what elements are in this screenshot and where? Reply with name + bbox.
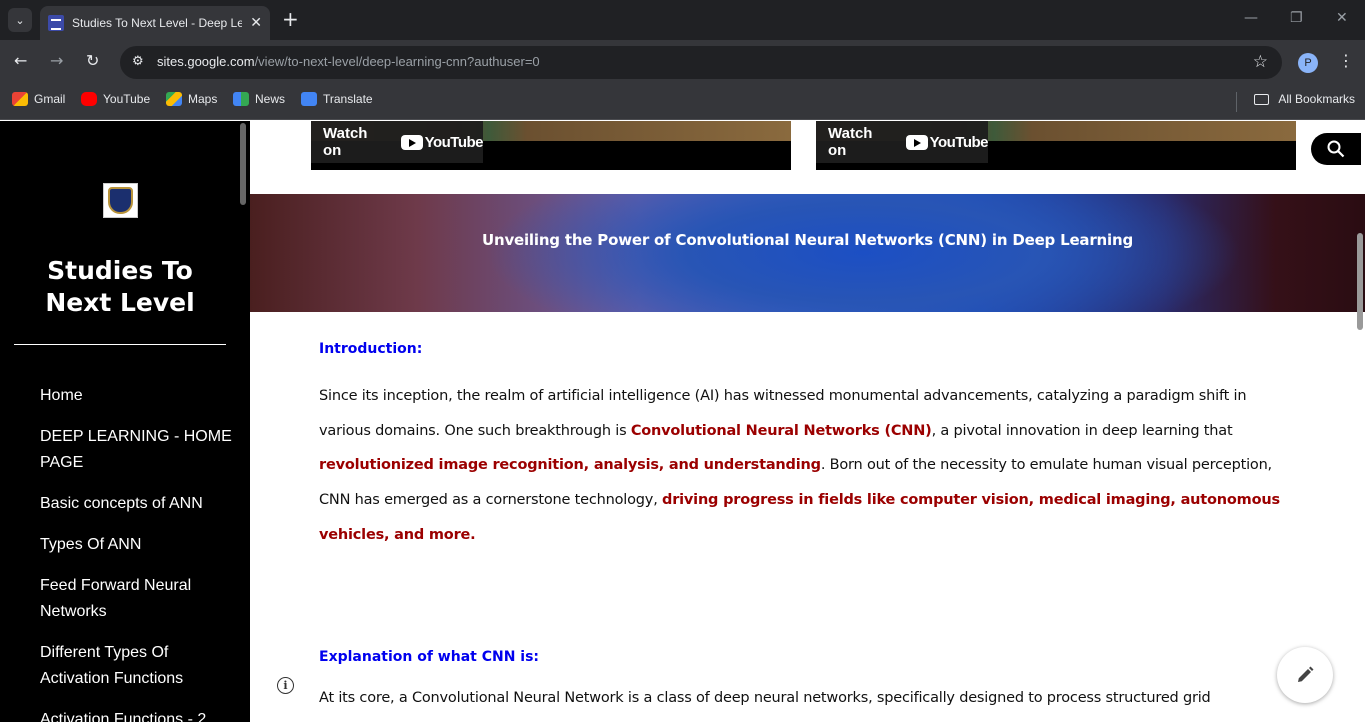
bookmark-label: Maps: [188, 92, 218, 106]
url-text[interactable]: sites.google.com/view/to-next-level/deep…: [157, 54, 540, 69]
bookmark-label: News: [255, 92, 286, 106]
intro-highlight-2: revolutionized image recognition, analys…: [319, 457, 821, 474]
close-window-icon[interactable]: ✕: [1336, 10, 1348, 26]
edit-pencil-button[interactable]: [1277, 647, 1333, 703]
translate-icon: [301, 92, 317, 106]
maps-icon: [166, 92, 182, 106]
profile-avatar[interactable]: P: [1298, 53, 1318, 73]
sidebar-scrollbar[interactable]: [240, 123, 246, 205]
active-tab[interactable]: Studies To Next Level - Deep Le ✕: [40, 6, 270, 40]
bookmark-label: YouTube: [103, 92, 151, 106]
bookmark-translate[interactable]: Translate: [301, 92, 373, 106]
youtube-wordmark: YouTube: [424, 133, 484, 151]
youtube-wordmark: YouTube: [929, 133, 989, 151]
tab-strip: ⌄ Studies To Next Level - Deep Le ✕ + — …: [0, 0, 1365, 40]
youtube-logo-icon: YouTube: [905, 133, 989, 151]
bookmark-gmail[interactable]: Gmail: [12, 92, 65, 106]
google-sites-favicon-icon: [48, 15, 64, 31]
bookmark-youtube[interactable]: YouTube: [81, 92, 150, 106]
reload-icon[interactable]: ↻: [86, 52, 99, 70]
back-arrow-icon[interactable]: ←: [14, 52, 27, 70]
nav-item-basic-concepts-ann[interactable]: Basic concepts of ANN: [40, 491, 240, 517]
search-icon: [1327, 140, 1345, 158]
explanation-paragraph: At its core, a Convolutional Neural Netw…: [319, 690, 1211, 706]
nav-item-activation-functions[interactable]: Different Types Of Activation Functions: [40, 640, 240, 692]
gmail-icon: [12, 92, 28, 106]
sidebar-nav: Home DEEP LEARNING - HOME PAGE Basic con…: [40, 383, 240, 722]
crest-icon: [108, 187, 133, 214]
youtube-logo-icon: YouTube: [400, 133, 484, 151]
watch-label: Watch on: [323, 125, 368, 159]
browser-menu-icon[interactable]: ⋮: [1338, 51, 1354, 70]
bookmarks-separator: [1236, 92, 1237, 112]
bookmark-maps[interactable]: Maps: [166, 92, 217, 106]
youtube-embed-2[interactable]: Watch on YouTube: [816, 121, 1296, 170]
article-body: Introduction: Since its inception, the r…: [319, 341, 1294, 706]
hero-title: Unveiling the Power of Convolutional Neu…: [481, 231, 1133, 249]
info-icon[interactable]: i: [277, 677, 294, 694]
site-search-button[interactable]: [1311, 133, 1361, 165]
tab-close-icon[interactable]: ✕: [250, 15, 262, 31]
page-scrollbar[interactable]: [1357, 233, 1363, 330]
bookmark-news[interactable]: News: [233, 92, 285, 106]
intro-paragraph: Since its inception, the realm of artifi…: [319, 379, 1294, 553]
address-bar[interactable]: ⚙ sites.google.com/view/to-next-level/de…: [120, 46, 1282, 79]
tab-search-chevron-icon[interactable]: ⌄: [8, 8, 32, 32]
watch-label: Watch on: [828, 125, 873, 159]
page-content: Watch on YouTube Watch on YouTube Unveil…: [250, 121, 1365, 722]
youtube-icon: [81, 92, 97, 106]
nav-item-types-of-ann[interactable]: Types Of ANN: [40, 532, 240, 558]
intro-text-4: .: [470, 526, 476, 543]
watch-on-youtube-button[interactable]: Watch on YouTube: [311, 121, 484, 163]
pencil-icon: [1298, 666, 1314, 682]
news-icon: [233, 92, 249, 106]
bookmarks-bar: Gmail YouTube Maps News Translate All Bo…: [0, 84, 1365, 120]
all-bookmarks-button[interactable]: All Bookmarks: [1254, 92, 1355, 106]
forward-arrow-icon[interactable]: →: [50, 52, 63, 70]
youtube-embed-1[interactable]: Watch on YouTube: [311, 121, 791, 170]
intro-highlight-1: Convolutional Neural Networks (CNN): [630, 422, 932, 439]
all-bookmarks-label: All Bookmarks: [1278, 92, 1355, 106]
nav-item-activation-functions-2[interactable]: Activation Functions - 2: [40, 707, 240, 722]
site-settings-icon[interactable]: ⚙: [132, 54, 144, 69]
bookmark-star-icon[interactable]: ☆: [1253, 52, 1268, 72]
nav-item-home[interactable]: Home: [40, 383, 240, 409]
tab-title: Studies To Next Level - Deep Le: [72, 16, 242, 30]
url-host: sites.google.com: [157, 54, 255, 69]
site-sidebar: Studies To Next Level Home DEEP LEARNING…: [0, 121, 250, 722]
site-logo[interactable]: [103, 183, 138, 218]
restore-icon[interactable]: ❐: [1290, 10, 1303, 26]
browser-toolbar: ← → ↻ ⚙ sites.google.com/view/to-next-le…: [0, 40, 1365, 84]
nav-item-deep-learning-home[interactable]: DEEP LEARNING - HOME PAGE: [40, 424, 240, 476]
minimize-icon[interactable]: —: [1244, 10, 1258, 26]
watch-on-youtube-button[interactable]: Watch on YouTube: [816, 121, 989, 163]
intro-heading: Introduction:: [319, 341, 423, 357]
intro-text-2: , a pivotal innovation in deep learning …: [931, 422, 1233, 439]
site-title[interactable]: Studies To Next Level: [20, 255, 220, 319]
explanation-heading: Explanation of what CNN is:: [319, 649, 540, 665]
bookmark-label: Gmail: [34, 92, 66, 106]
folder-icon: [1254, 93, 1270, 105]
url-path: /view/to-next-level/deep-learning-cnn?au…: [254, 54, 540, 69]
new-tab-plus-icon[interactable]: +: [282, 9, 299, 29]
sidebar-divider: [14, 344, 226, 345]
bookmark-label: Translate: [323, 92, 373, 106]
nav-item-feed-forward[interactable]: Feed Forward Neural Networks: [40, 573, 240, 625]
hero-banner: Unveiling the Power of Convolutional Neu…: [250, 194, 1365, 312]
